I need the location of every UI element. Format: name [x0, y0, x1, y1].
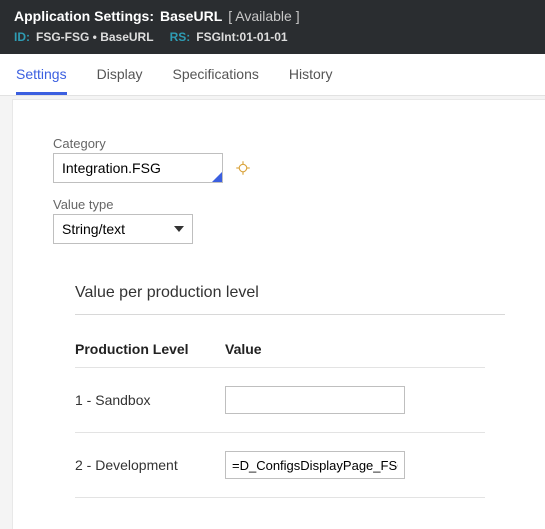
tab-history[interactable]: History	[289, 66, 333, 95]
row-value-input[interactable]	[225, 386, 405, 414]
combo-notch-icon	[212, 172, 222, 182]
page-title-row: Application Settings: BaseURL [ Availabl…	[14, 8, 531, 24]
id-label: ID:	[14, 30, 30, 44]
title-prefix: Application Settings:	[14, 8, 154, 24]
id-value: FSG-FSG • BaseURL	[36, 30, 154, 44]
valuetype-select[interactable]: String/text	[53, 214, 193, 244]
category-value: Integration.FSG	[62, 160, 161, 176]
tab-settings[interactable]: Settings	[16, 66, 67, 95]
production-table: Production Level Value 1 - Sandbox 2 - D…	[75, 341, 485, 498]
status-badge: [ Available ]	[228, 8, 299, 24]
page-header: Application Settings: BaseURL [ Availabl…	[0, 0, 545, 54]
header-subline: ID: FSG-FSG • BaseURL RS: FSGInt:01-01-0…	[14, 30, 531, 44]
valuetype-label: Value type	[53, 197, 505, 212]
rs-value: FSGInt:01-01-01	[196, 30, 287, 44]
tab-display[interactable]: Display	[97, 66, 143, 95]
row-level: 1 - Sandbox	[75, 392, 225, 408]
table-row: 1 - Sandbox	[75, 367, 485, 432]
title-name: BaseURL	[160, 8, 222, 24]
col-header-level: Production Level	[75, 341, 225, 357]
valuetype-value: String/text	[62, 221, 125, 237]
chevron-down-icon	[174, 226, 184, 232]
col-header-value: Value	[225, 341, 262, 357]
table-header: Production Level Value	[75, 341, 485, 367]
section-divider	[75, 314, 505, 315]
category-combo[interactable]: Integration.FSG	[53, 153, 223, 183]
rs-label: RS:	[170, 30, 191, 44]
category-label: Category	[53, 136, 505, 151]
tab-bar: Settings Display Specifications History	[0, 54, 545, 96]
tab-specifications[interactable]: Specifications	[173, 66, 259, 95]
section-title: Value per production level	[75, 284, 505, 310]
content-panel: Category Integration.FSG Value type Stri…	[12, 99, 545, 529]
valuetype-field: Value type String/text	[53, 197, 505, 244]
row-value-input[interactable]	[225, 451, 405, 479]
row-level: 2 - Development	[75, 457, 225, 473]
target-icon[interactable]	[233, 158, 253, 178]
category-field: Category Integration.FSG	[53, 136, 505, 183]
table-row: 2 - Development	[75, 432, 485, 498]
